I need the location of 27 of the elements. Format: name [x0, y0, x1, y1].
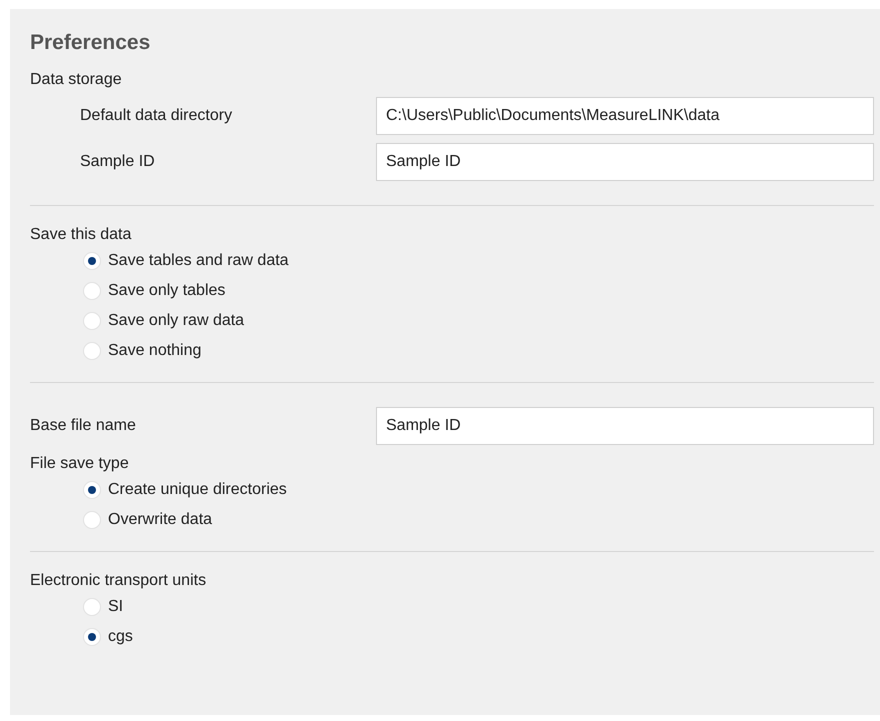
input-field[interactable]: Sample ID [376, 143, 874, 181]
radio-button[interactable] [83, 252, 101, 270]
field-label: Default data directory [80, 107, 232, 125]
input-field[interactable]: Sample ID [376, 407, 874, 445]
radio-option[interactable]: Save nothing [83, 336, 202, 366]
radio-option[interactable]: Save only tables [83, 276, 226, 306]
radio-option[interactable]: Overwrite data [83, 505, 212, 535]
radio-option[interactable]: Create unique directories [83, 475, 287, 505]
input-field[interactable]: C:\Users\Public\Documents\MeasureLINK\data [376, 97, 874, 135]
radio-option[interactable]: Save only raw data [83, 306, 244, 336]
panel-title: Preferences [30, 31, 152, 55]
radio-button[interactable] [83, 342, 101, 360]
radio-button[interactable] [83, 628, 101, 646]
group-label: Data storage [30, 70, 123, 90]
radio-option[interactable]: cgs [83, 622, 133, 652]
field-label: Base file name [30, 417, 136, 435]
radio-button[interactable] [83, 511, 101, 529]
radio-button[interactable] [83, 598, 101, 616]
group-label: Electronic transport units [30, 571, 208, 591]
radio-button[interactable] [83, 481, 101, 499]
group-label: Save this data [30, 225, 132, 245]
radio-button[interactable] [83, 282, 101, 300]
radio-button[interactable] [83, 312, 101, 330]
group-label: File save type [30, 454, 130, 474]
radio-option[interactable]: Save tables and raw data [83, 246, 289, 276]
field-label: Sample ID [80, 153, 155, 171]
radio-option[interactable]: SI [83, 592, 124, 622]
